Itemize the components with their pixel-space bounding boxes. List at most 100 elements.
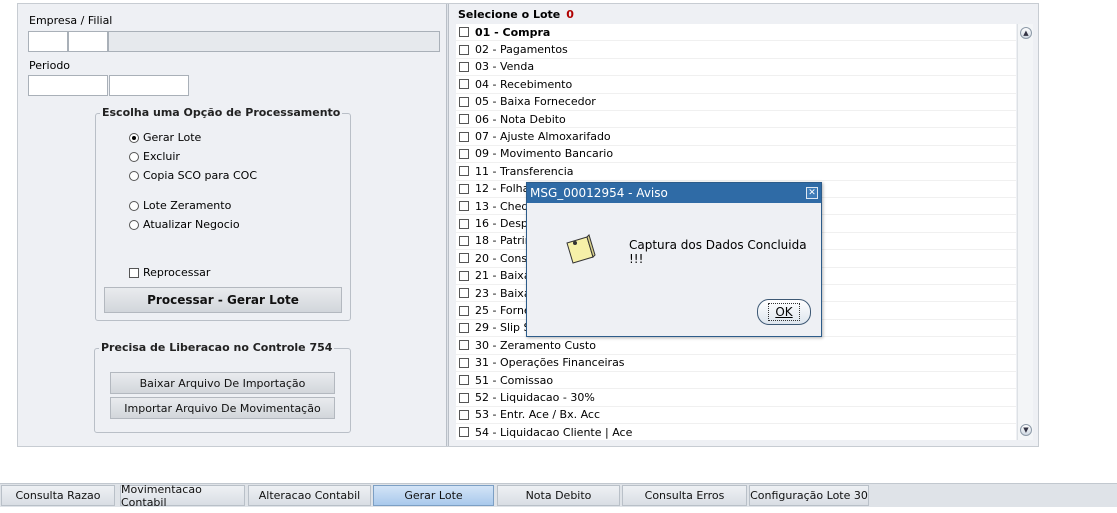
lote-item[interactable]: 02 - Pagamentos bbox=[456, 41, 1016, 59]
checkbox-icon[interactable] bbox=[459, 61, 469, 72]
lote-item[interactable]: 31 - Operações Financeiras bbox=[456, 355, 1016, 372]
checkbox-icon[interactable] bbox=[459, 79, 469, 90]
lote-item-label: 01 - Compra bbox=[475, 25, 551, 39]
lote-item-label: 29 - Slip S bbox=[475, 321, 531, 335]
lote-item-label: 30 - Zeramento Custo bbox=[475, 338, 596, 352]
checkbox-icon[interactable] bbox=[459, 201, 469, 212]
lote-item-label: 09 - Movimento Bancario bbox=[475, 147, 614, 161]
scroll-up-icon[interactable]: ▲ bbox=[1020, 27, 1032, 39]
radio-lote-zeramento[interactable]: Lote Zeramento bbox=[129, 199, 231, 212]
tab-gerar-lote[interactable]: Gerar Lote bbox=[373, 485, 494, 506]
checkbox-icon[interactable] bbox=[459, 427, 469, 438]
lote-item-label: 06 - Nota Debito bbox=[475, 112, 566, 126]
lote-item[interactable]: 01 - Compra bbox=[456, 24, 1016, 42]
lote-item-label: 05 - Baixa Fornecedor bbox=[475, 95, 596, 109]
lote-item-label: 31 - Operações Financeiras bbox=[475, 356, 625, 370]
ok-button[interactable]: OK bbox=[757, 299, 811, 325]
lote-scrollbar[interactable]: ▲ ▼ bbox=[1017, 24, 1033, 440]
lote-item-label: 54 - Liquidacao Cliente | Ace bbox=[475, 425, 633, 439]
lote-item[interactable]: 03 - Venda bbox=[456, 59, 1016, 77]
import-movement-file-button[interactable]: Importar Arquivo De Movimentação bbox=[110, 397, 335, 419]
lote-item[interactable]: 09 - Movimento Bancario bbox=[456, 146, 1016, 164]
tab-alteracao-contabil[interactable]: Alteracao Contabil bbox=[248, 485, 371, 506]
checkbox-icon[interactable] bbox=[459, 340, 469, 351]
lote-item[interactable]: 54 - Liquidacao Cliente | Ace bbox=[456, 424, 1016, 440]
radio-icon[interactable] bbox=[129, 219, 139, 230]
panel-splitter[interactable] bbox=[446, 4, 449, 446]
checkbox-icon[interactable] bbox=[459, 409, 469, 420]
reprocessar-checkbox[interactable]: Reprocessar bbox=[129, 266, 210, 279]
empresa-field[interactable] bbox=[28, 31, 68, 52]
lote-count: 0 bbox=[566, 8, 574, 21]
checkbox-icon[interactable] bbox=[459, 96, 469, 107]
radio-label: Copia SCO para COC bbox=[143, 169, 258, 182]
close-icon[interactable]: ✕ bbox=[806, 187, 818, 199]
empresa-description-field bbox=[108, 31, 440, 52]
checkbox-icon[interactable] bbox=[459, 322, 469, 333]
checkbox-icon[interactable] bbox=[459, 218, 469, 229]
checkbox-icon[interactable] bbox=[459, 44, 469, 55]
download-import-file-button[interactable]: Baixar Arquivo De Importação bbox=[110, 372, 335, 394]
radio-excluir[interactable]: Excluir bbox=[129, 150, 180, 163]
radio-atualizar-negocio[interactable]: Atualizar Negocio bbox=[129, 218, 240, 231]
periodo-end-field[interactable] bbox=[109, 75, 189, 96]
checkbox-icon[interactable] bbox=[459, 114, 469, 125]
lote-title-text: Selecione o Lote bbox=[458, 8, 561, 21]
checkbox-icon[interactable] bbox=[459, 131, 469, 142]
lote-item-label: 21 - Baixa bbox=[475, 269, 531, 283]
tab-consulta-razao[interactable]: Consulta Razao bbox=[1, 485, 115, 506]
lote-item-label: 13 - Cheq bbox=[475, 199, 529, 213]
tab-movimentacao-contabil[interactable]: Movimentacao Contabil bbox=[120, 483, 245, 509]
reprocessar-label: Reprocessar bbox=[143, 266, 211, 279]
checkbox-icon[interactable] bbox=[459, 253, 469, 264]
checkbox-icon[interactable] bbox=[459, 166, 469, 177]
radio-icon[interactable] bbox=[129, 151, 139, 162]
checkbox-icon[interactable] bbox=[129, 267, 139, 278]
lote-item[interactable]: 06 - Nota Debito bbox=[456, 111, 1016, 129]
lote-item[interactable]: 51 - Comissao bbox=[456, 372, 1016, 390]
left-panel: Empresa / Filial Periodo Escolha uma Opç… bbox=[18, 4, 446, 446]
radio-copia-sco[interactable]: Copia SCO para COC bbox=[129, 169, 257, 182]
lote-item-label: 23 - Baixa bbox=[475, 286, 531, 300]
lote-item[interactable]: 53 - Entr. Ace / Bx. Acc bbox=[456, 407, 1016, 425]
checkbox-icon[interactable] bbox=[459, 288, 469, 299]
lote-item[interactable]: 30 - Zeramento Custo bbox=[456, 337, 1016, 355]
periodo-start-field[interactable] bbox=[28, 75, 108, 96]
checkbox-icon[interactable] bbox=[459, 357, 469, 368]
tab-configuracao-lote-30[interactable]: Configuração Lote 30 bbox=[749, 485, 869, 506]
lote-item-label: 02 - Pagamentos bbox=[475, 43, 568, 57]
checkbox-icon[interactable] bbox=[459, 183, 469, 194]
radio-label: Excluir bbox=[143, 150, 180, 163]
scroll-down-icon[interactable]: ▼ bbox=[1020, 424, 1032, 436]
checkbox-icon[interactable] bbox=[459, 27, 469, 38]
lote-item[interactable]: 07 - Ajuste Almoxarifado bbox=[456, 128, 1016, 146]
lote-item[interactable]: 04 - Recebimento bbox=[456, 76, 1016, 94]
lote-item[interactable]: 05 - Baixa Fornecedor bbox=[456, 94, 1016, 111]
message-dialog: MSG_00012954 - Aviso ✕ Captura dos Dados… bbox=[526, 182, 822, 337]
dialog-message: Captura dos Dados Concluida !!! bbox=[629, 238, 807, 266]
lote-item[interactable]: 11 - Transferencia bbox=[456, 163, 1016, 181]
lote-item-label: 51 - Comissao bbox=[475, 373, 554, 387]
radio-label: Lote Zeramento bbox=[143, 199, 232, 212]
checkbox-icon[interactable] bbox=[459, 235, 469, 246]
checkbox-icon[interactable] bbox=[459, 270, 469, 281]
checkbox-icon[interactable] bbox=[459, 148, 469, 159]
radio-icon[interactable] bbox=[129, 200, 139, 211]
radio-gerar-lote[interactable]: Gerar Lote bbox=[129, 131, 201, 144]
checkbox-icon[interactable] bbox=[459, 305, 469, 316]
tab-consulta-erros[interactable]: Consulta Erros bbox=[622, 485, 747, 506]
lote-title: Selecione o Lote 0 bbox=[458, 8, 574, 21]
periodo-label: Periodo bbox=[29, 59, 71, 72]
dialog-title-bar[interactable]: MSG_00012954 - Aviso ✕ bbox=[527, 183, 821, 203]
lote-item-label: 07 - Ajuste Almoxarifado bbox=[475, 130, 611, 144]
checkbox-icon[interactable] bbox=[459, 375, 469, 386]
radio-icon[interactable] bbox=[129, 132, 139, 143]
filial-field[interactable] bbox=[68, 31, 108, 52]
empresa-label: Empresa / Filial bbox=[29, 14, 113, 27]
process-button[interactable]: Processar - Gerar Lote bbox=[104, 287, 342, 313]
radio-icon[interactable] bbox=[129, 170, 139, 181]
checkbox-icon[interactable] bbox=[459, 392, 469, 403]
tab-nota-debito[interactable]: Nota Debito bbox=[497, 485, 620, 506]
lote-item[interactable]: 52 - Liquidacao - 30% bbox=[456, 389, 1016, 407]
lote-item-label: 11 - Transferencia bbox=[475, 164, 574, 178]
